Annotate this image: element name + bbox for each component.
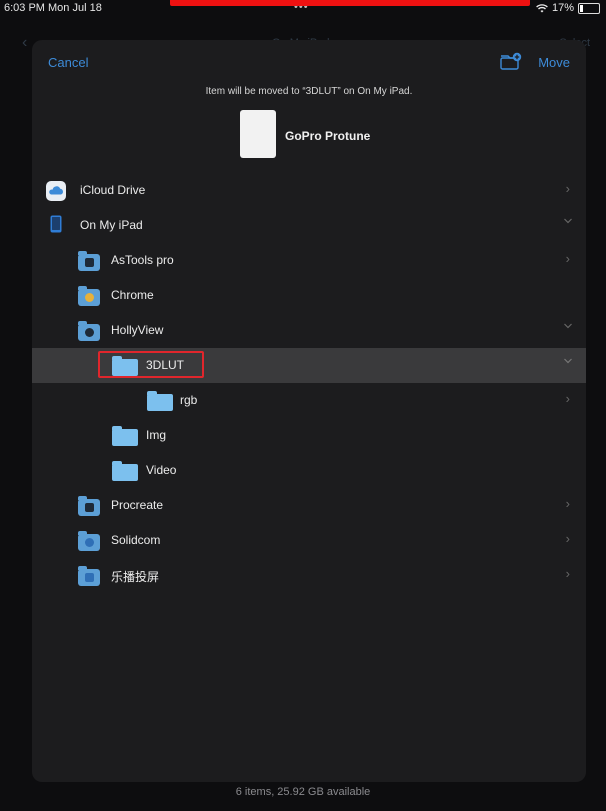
location-label: iCloud Drive: [80, 183, 146, 197]
chevron-right-icon: ›: [565, 496, 570, 511]
folder-label: Chrome: [111, 288, 154, 302]
document-name: GoPro Protune: [285, 129, 371, 143]
battery-icon: [578, 2, 600, 14]
storage-footer: 6 items, 25.92 GB available: [235, 786, 371, 798]
ipad-icon: [50, 215, 62, 233]
location-icloud-drive[interactable]: iCloud Drive ›: [32, 173, 586, 208]
status-indicators: 17%: [536, 2, 600, 14]
folder-icon: [112, 426, 138, 446]
chevron-right-icon: ›: [565, 391, 570, 406]
folder-icon: [147, 391, 173, 411]
app-folder-icon: [78, 531, 100, 551]
highlight-box: [98, 351, 204, 378]
chevron-right-icon: ›: [565, 566, 570, 581]
app-folder-icon: [78, 496, 100, 516]
folder-img[interactable]: Img: [32, 418, 586, 453]
wifi-icon: [536, 3, 548, 12]
annotation-overlay: [170, 0, 530, 10]
folder-astools-pro[interactable]: AsTools pro ›: [32, 243, 586, 278]
app-folder-icon: [78, 321, 100, 341]
app-folder-icon: [78, 286, 100, 306]
app-folder-icon: [78, 251, 100, 271]
chevron-right-icon: ›: [565, 251, 570, 266]
chevron-down-icon: [564, 323, 572, 329]
folder-label: Solidcom: [111, 533, 161, 547]
folder-hollyview[interactable]: HollyView: [32, 313, 586, 348]
folder-procreate[interactable]: Procreate ›: [32, 488, 586, 523]
move-destination-message: Item will be moved to “3DLUT” on On My i…: [205, 86, 413, 97]
folder-video[interactable]: Video: [32, 453, 586, 488]
background-back-icon: ‹: [22, 34, 28, 51]
chevron-right-icon: ›: [565, 181, 570, 196]
chevron-right-icon: ›: [565, 531, 570, 546]
chevron-down-icon: [564, 218, 572, 224]
folder-icon: [112, 461, 138, 481]
document-thumbnail: [240, 110, 276, 158]
folder-rgb[interactable]: rgb ›: [32, 383, 586, 418]
folder-label: AsTools pro: [111, 253, 174, 267]
location-label: On My iPad: [80, 218, 143, 232]
sheet-nav-bar: Cancel Move: [32, 40, 586, 80]
icloud-icon: [46, 181, 66, 201]
folder-label: Img: [146, 428, 167, 442]
app-folder-icon: [78, 566, 100, 586]
folder-solidcom[interactable]: Solidcom ›: [32, 523, 586, 558]
folder-label: HollyView: [111, 323, 164, 337]
status-time-date: 6:03 PM Mon Jul 18: [4, 2, 102, 14]
new-folder-icon[interactable]: [500, 52, 522, 70]
folder-label: Video: [146, 463, 177, 477]
chevron-down-icon: [564, 358, 572, 364]
folder-lebo[interactable]: 乐播投屏 ›: [32, 558, 586, 593]
cancel-button[interactable]: Cancel: [48, 55, 88, 70]
folder-3dlut[interactable]: 3DLUT: [32, 348, 586, 383]
folder-label: rgb: [180, 393, 198, 407]
folder-label: Procreate: [111, 498, 164, 512]
move-sheet: Cancel Move Item will be moved to “3DLUT…: [32, 40, 586, 782]
folder-chrome[interactable]: Chrome: [32, 278, 586, 313]
folder-label: 乐播投屏: [111, 570, 160, 584]
battery-percent: 17%: [551, 2, 574, 14]
move-button[interactable]: Move: [538, 55, 570, 70]
location-on-my-ipad[interactable]: On My iPad: [32, 208, 586, 243]
